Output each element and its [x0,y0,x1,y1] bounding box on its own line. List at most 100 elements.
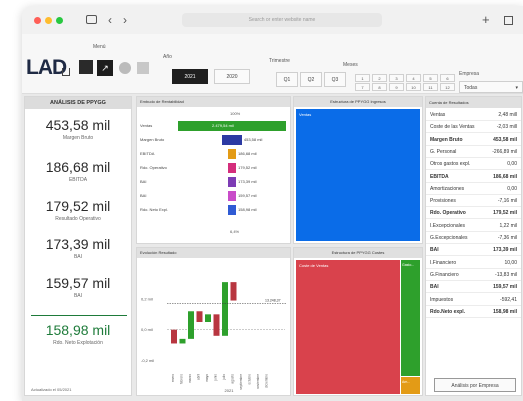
kpi-label: Resultado Operativo [55,216,101,222]
table-row: Impuestos -592,41 [426,294,521,306]
table-row: BAI 159,57 mil [426,281,521,294]
treemap-cell-label: Am... [402,380,411,384]
table-row-value: 0,00 [507,161,517,168]
funnel-bar-value: 173,39 mil [238,179,257,184]
table-row: G.Excepcionales -7,36 mil [426,232,521,244]
browser-titlebar: ‹ › Search or enter website name + [22,6,523,34]
funnel-bar[interactable] [228,177,236,187]
funnel-bar[interactable] [222,135,242,145]
table-row: G.Financiero -13,83 mil [426,269,521,281]
waterfall-panel: Evolución Resultado 0,2 mil 0,0 mil -0,2 m… [136,247,291,396]
waterfall-bar [188,311,194,339]
treemap-cell-expenses[interactable]: Gasto... [401,260,420,376]
kpi-panel: ANÁLISIS DE PPYGG 453,58 mil Margen Brut… [24,96,132,396]
month-6-button[interactable]: 6 [440,74,455,82]
funnel-bar[interactable] [228,191,236,201]
funnel-bar[interactable] [228,205,236,215]
table-row: Margen Bruto 453,58 mil [426,134,521,146]
month-2-button[interactable]: 2 [372,74,387,82]
close-window-button[interactable] [34,17,41,24]
month-3-button[interactable]: 3 [389,74,404,82]
month-4-button[interactable]: 4 [406,74,421,82]
y-tick-label: 0,0 mil [141,327,153,332]
month-11-button[interactable]: 11 [423,83,438,91]
table-row: I.Financiero 10,00 [426,257,521,269]
funnel-bar-value: 2.479,54 mil [212,123,234,128]
kpi-panel-title: ANÁLISIS DE PPYGG [25,97,131,109]
income-treemap-title: Estructura de PPYGG Ingresos [294,97,422,107]
table-row-label: Rdo. Operativo [430,210,466,217]
table-row-label: Amortizaciones [430,185,465,192]
minimize-window-button[interactable] [45,17,52,24]
company-dropdown[interactable]: Todas ▾ [459,81,523,93]
month-label: Meses [343,62,358,68]
funnel-panel: Embudo de Rentabilidad 100% Ventas 2.479,… [136,96,291,244]
funnel-row-label: Margen Bruto [140,137,165,142]
month-10-button[interactable]: 10 [406,83,421,91]
home-icon[interactable] [62,68,70,76]
waterfall-bar [205,314,211,322]
funnel-row-label: BAI [140,179,147,184]
quarter-q3-button[interactable]: Q3 [324,72,346,87]
y-tick-label: -0,2 mil [141,358,154,363]
pl-table-panel: Cuenta de Resultados Ventas 2,48 mill Cost… [425,96,522,396]
funnel-row-label: Rdo. Neto Expl. [140,207,169,212]
year-2020-button[interactable]: 2020 [214,69,250,84]
waterfall-bar [196,311,203,322]
funnel-chart: Ventas 2.479,54 mil Margen Bruto 453,58 mil… [137,121,290,221]
treemap-cell-amortizations[interactable]: Am... [401,377,420,394]
table-row: EBITDA 186,68 mil [426,171,521,183]
kpi-label: BAI [73,254,83,260]
table-row-value: 186,68 mil [493,173,517,180]
nav-table-button[interactable] [79,60,93,74]
month-5-button[interactable]: 5 [423,74,438,82]
quarter-q2-button[interactable]: Q2 [300,72,322,87]
kpi-value: 179,52 mil [45,198,111,214]
tabs-overview-icon[interactable] [504,16,513,25]
nav-pie-button[interactable] [119,62,131,74]
kpi-label: BAI [73,293,83,299]
forward-arrow-icon[interactable]: › [123,14,127,26]
quarter-q1-button[interactable]: Q1 [276,72,298,87]
kpi-value: 453,58 mil [45,117,111,133]
x-axis-label: 2021 [225,388,235,393]
table-row-label: G.Excepcionales [430,235,468,241]
funnel-bar[interactable] [227,149,237,159]
report-ribbon: LAD Menú ↗ Año 2021 2020 Trimestre Q1 Q2… [22,34,523,94]
funnel-bar[interactable] [228,163,236,173]
treemap-cell-cost-of-sales[interactable]: Coste de Ventas [296,260,400,394]
kpi-label: Rdo. Neto Explotación [53,340,103,346]
year-2021-button[interactable]: 2021 [172,69,208,84]
browser-window: ‹ › Search or enter website name + LAD M… [22,6,523,401]
nav-bar-button[interactable] [137,62,149,74]
waterfall-bar [213,314,220,336]
table-row-label: Provisiones [430,198,456,205]
table-row-label: Ventas [430,112,446,118]
income-treemap-panel: Estructura de PPYGG Ingresos Ventas [293,96,423,244]
back-arrow-icon[interactable]: ‹ [108,14,112,26]
month-8-button[interactable]: 8 [372,83,387,91]
month-1-button[interactable]: 1 [355,74,370,82]
month-12-button[interactable]: 12 [440,83,455,91]
sidebar-toggle-icon[interactable] [86,15,97,24]
treemap-cell-sales[interactable]: Ventas [296,109,420,241]
table-row-label: G.Financiero [430,271,459,278]
table-row-value: -592,41 [500,296,517,303]
table-row-value: 159,57 mil [493,284,517,291]
analysis-by-company-button[interactable]: Análisis por Empresa [434,378,516,392]
funnel-bar-value: 159,57 mil [238,193,257,198]
funnel-top-pct: 100% [230,111,241,116]
table-row-label: I.Financiero [430,259,457,266]
table-row-value: 2,48 mill [498,112,517,118]
address-bar[interactable]: Search or enter website name [182,13,382,27]
table-row: Provisiones -7,16 mil [426,195,521,208]
maximize-window-button[interactable] [56,17,63,24]
nav-chart-button[interactable]: ↗ [97,60,113,76]
month-9-button[interactable]: 9 [389,83,404,91]
month-7-button[interactable]: 7 [355,83,370,91]
new-tab-icon[interactable]: + [482,13,490,26]
table-row-value: 158,98 mil [493,308,517,315]
costs-treemap-panel: Estructura de PPYGG Costes Coste de Vent… [293,247,423,396]
table-row-label: Coste de las Ventas [430,124,475,131]
funnel-bottom-pct: 6,4% [230,229,240,234]
